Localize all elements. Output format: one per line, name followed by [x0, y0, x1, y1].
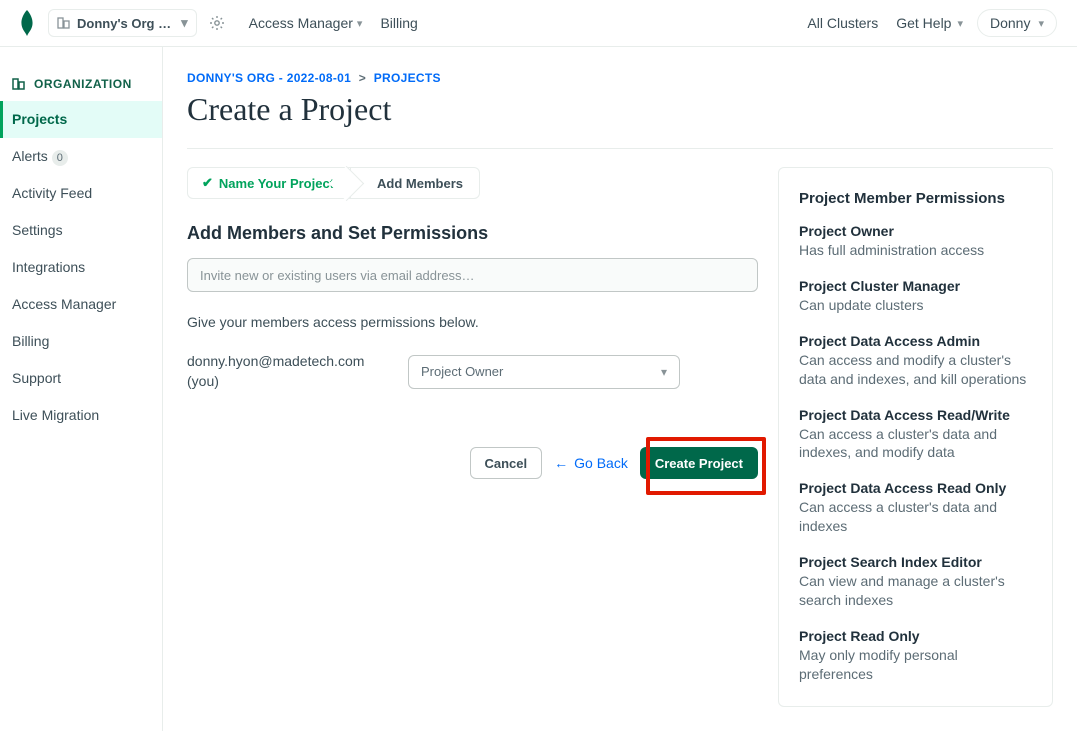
nav-all-clusters-label: All Clusters: [807, 15, 878, 31]
cancel-label: Cancel: [485, 456, 528, 471]
user-name: Donny: [990, 15, 1030, 31]
perm-title: Project Data Access Read Only: [799, 480, 1032, 496]
sidebar-item-alerts[interactable]: Alerts0: [0, 138, 162, 175]
permissions-panel: Project Member Permissions Project Owner…: [778, 167, 1053, 707]
perm-desc: Can access a cluster's data and indexes,…: [799, 425, 1032, 463]
perm-title: Project Cluster Manager: [799, 278, 1032, 294]
sidebar-item-label: Projects: [12, 111, 67, 127]
perm-item: Project Data Access Read Only Can access …: [799, 480, 1032, 536]
chevron-down-icon: ▾: [957, 17, 963, 30]
perm-item: Project Data Access Admin Can access and …: [799, 333, 1032, 389]
nav-access-manager[interactable]: Access Manager ▾: [249, 15, 363, 31]
sidebar-item-access-manager[interactable]: Access Manager: [0, 286, 162, 323]
sidebar-item-settings[interactable]: Settings: [0, 212, 162, 249]
nav-all-clusters[interactable]: All Clusters: [807, 15, 878, 31]
org-switcher[interactable]: Donny's Org … ▾: [48, 9, 197, 37]
cancel-button[interactable]: Cancel: [470, 447, 543, 479]
perm-desc: Has full administration access: [799, 241, 1032, 260]
chevron-down-icon: ▾: [181, 15, 188, 31]
action-row: Cancel ← Go Back Create Project: [187, 447, 758, 479]
nav-billing[interactable]: Billing: [380, 15, 417, 31]
perm-desc: Can access a cluster's data and indexes: [799, 498, 1032, 536]
perm-item: Project Search Index Editor Can view and …: [799, 554, 1032, 610]
gear-icon: [209, 15, 225, 31]
perm-desc: Can update clusters: [799, 296, 1032, 315]
perm-item: Project Data Access Read/Write Can access…: [799, 407, 1032, 463]
perm-title: Project Search Index Editor: [799, 554, 1032, 570]
sidebar-item-label: Activity Feed: [12, 185, 92, 201]
perm-title: Project Owner: [799, 223, 1032, 239]
org-icon: [57, 16, 71, 30]
perm-desc: Can access and modify a cluster's data a…: [799, 351, 1032, 389]
step-label: Name Your Project: [219, 176, 334, 191]
sidebar-item-support[interactable]: Support: [0, 360, 162, 397]
sidebar-item-projects[interactable]: Projects: [0, 101, 162, 138]
chevron-down-icon: ▾: [357, 17, 363, 30]
permissions-hint: Give your members access permissions bel…: [187, 314, 758, 330]
sidebar-item-label: Billing: [12, 333, 49, 349]
breadcrumb: DONNY'S ORG - 2022-08-01 > PROJECTS: [187, 71, 1053, 85]
mongodb-leaf-icon: [20, 10, 34, 36]
perm-item: Project Read Only May only modify persona…: [799, 628, 1032, 684]
perm-title: Project Read Only: [799, 628, 1032, 644]
nav-get-help[interactable]: Get Help ▾: [896, 15, 963, 31]
page-title: Create a Project: [187, 91, 1053, 128]
sidebar-heading-label: ORGANIZATION: [34, 77, 132, 91]
org-name: Donny's Org …: [77, 16, 171, 31]
sidebar: ORGANIZATION Projects Alerts0 Activity F…: [0, 47, 163, 731]
step-add-members[interactable]: Add Members: [351, 167, 480, 199]
nav-access-manager-label: Access Manager: [249, 15, 353, 31]
alerts-badge: 0: [52, 150, 68, 166]
settings-gear-button[interactable]: [203, 9, 231, 37]
breadcrumb-sep: >: [359, 71, 366, 85]
step-label: Add Members: [377, 176, 463, 191]
sidebar-item-label: Support: [12, 370, 61, 386]
chevron-down-icon: ▾: [1038, 17, 1044, 30]
member-row: donny.hyon@madetech.com (you) Project Ow…: [187, 352, 758, 391]
sidebar-item-activity-feed[interactable]: Activity Feed: [0, 175, 162, 212]
check-icon: ✔: [202, 175, 213, 191]
permissions-panel-title: Project Member Permissions: [799, 190, 1032, 207]
role-select[interactable]: Project Owner ▾: [408, 355, 680, 389]
create-project-button[interactable]: Create Project: [640, 447, 758, 479]
wizard-steps: ✔ Name Your Project Add Members: [187, 167, 758, 199]
arrow-left-icon: ←: [554, 455, 568, 471]
sidebar-item-label: Live Migration: [12, 407, 99, 423]
sidebar-item-live-migration[interactable]: Live Migration: [0, 397, 162, 434]
user-menu[interactable]: Donny ▾: [977, 9, 1057, 37]
sidebar-item-label: Access Manager: [12, 296, 116, 312]
nav-billing-label: Billing: [380, 15, 417, 31]
org-icon: [12, 77, 26, 91]
go-back-label: Go Back: [574, 455, 628, 471]
invite-input[interactable]: [187, 258, 758, 292]
sidebar-item-label: Settings: [12, 222, 63, 238]
sidebar-item-integrations[interactable]: Integrations: [0, 249, 162, 286]
member-email: donny.hyon@madetech.com (you): [187, 352, 392, 391]
create-label: Create Project: [655, 456, 743, 471]
perm-item: Project Cluster Manager Can update cluste…: [799, 278, 1032, 315]
go-back-link[interactable]: ← Go Back: [554, 455, 628, 471]
perm-desc: Can view and manage a cluster's search i…: [799, 572, 1032, 610]
topbar: Donny's Org … ▾ Access Manager ▾ Billing…: [0, 0, 1077, 47]
divider: [187, 148, 1053, 149]
sidebar-item-label: Integrations: [12, 259, 85, 275]
section-title: Add Members and Set Permissions: [187, 223, 758, 244]
sidebar-item-label: Alerts: [12, 148, 48, 164]
perm-title: Project Data Access Read/Write: [799, 407, 1032, 423]
step-name-project[interactable]: ✔ Name Your Project: [187, 167, 351, 199]
breadcrumb-org[interactable]: DONNY'S ORG - 2022-08-01: [187, 71, 351, 85]
breadcrumb-projects[interactable]: PROJECTS: [374, 71, 441, 85]
nav-get-help-label: Get Help: [896, 15, 951, 31]
content: DONNY'S ORG - 2022-08-01 > PROJECTS Crea…: [163, 47, 1077, 731]
role-selected-label: Project Owner: [421, 364, 503, 379]
sidebar-item-billing[interactable]: Billing: [0, 323, 162, 360]
sidebar-heading: ORGANIZATION: [0, 77, 162, 101]
perm-title: Project Data Access Admin: [799, 333, 1032, 349]
perm-item: Project Owner Has full administration acc…: [799, 223, 1032, 260]
perm-desc: May only modify personal preferences: [799, 646, 1032, 684]
chevron-down-icon: ▾: [661, 365, 667, 379]
